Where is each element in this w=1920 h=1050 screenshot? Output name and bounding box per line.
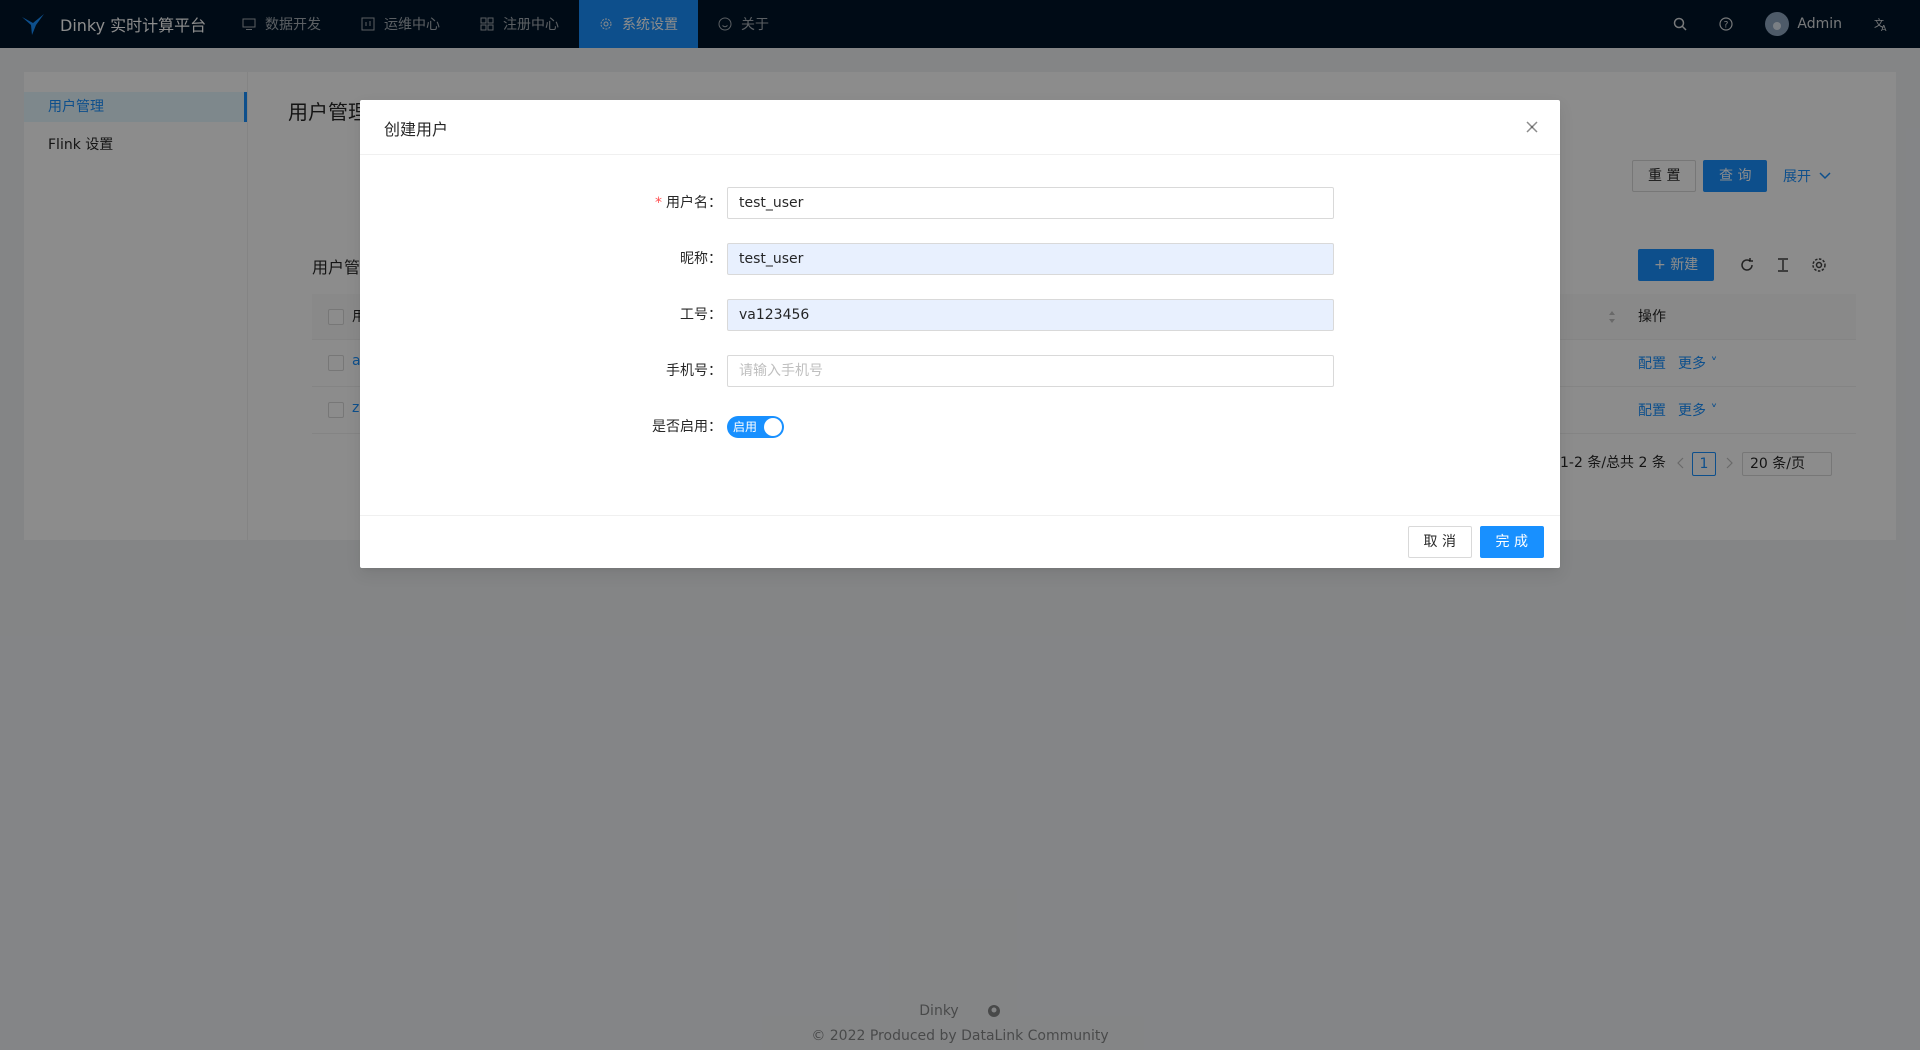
enabled-switch[interactable]: 启用 — [727, 416, 784, 438]
enabled-label: 是否启用： — [652, 419, 722, 435]
modal-title: 创建用户 — [384, 120, 449, 139]
modal-footer: 取 消 完 成 — [360, 515, 1560, 568]
mobile-label: 手机号： — [666, 363, 722, 379]
create-user-modal: 创建用户 * 用户名： test_user 昵称： test_user 工号： v… — [360, 100, 1560, 568]
switch-knob — [764, 418, 782, 436]
mobile-input[interactable]: 请输入手机号 — [727, 355, 1334, 387]
form-row-worknum: 工号： va123456 — [360, 299, 1560, 331]
close-icon[interactable] — [1522, 117, 1542, 137]
form-row-nickname: 昵称： test_user — [360, 243, 1560, 275]
modal-header: 创建用户 — [360, 100, 1560, 155]
nickname-label: 昵称： — [680, 251, 722, 267]
switch-text: 启用 — [733, 420, 758, 434]
username-label: * 用户名： — [655, 195, 722, 211]
cancel-button[interactable]: 取 消 — [1407, 526, 1472, 558]
username-input[interactable]: test_user — [727, 187, 1334, 219]
worknum-label: 工号： — [680, 307, 722, 323]
finish-button[interactable]: 完 成 — [1479, 526, 1544, 558]
form-row-mobile: 手机号： 请输入手机号 — [360, 355, 1560, 387]
nickname-input[interactable]: test_user — [727, 243, 1334, 275]
worknum-input[interactable]: va123456 — [727, 299, 1334, 331]
form-row-enabled: 是否启用： 启用 — [360, 411, 1560, 443]
form-row-username: * 用户名： test_user — [360, 187, 1560, 219]
